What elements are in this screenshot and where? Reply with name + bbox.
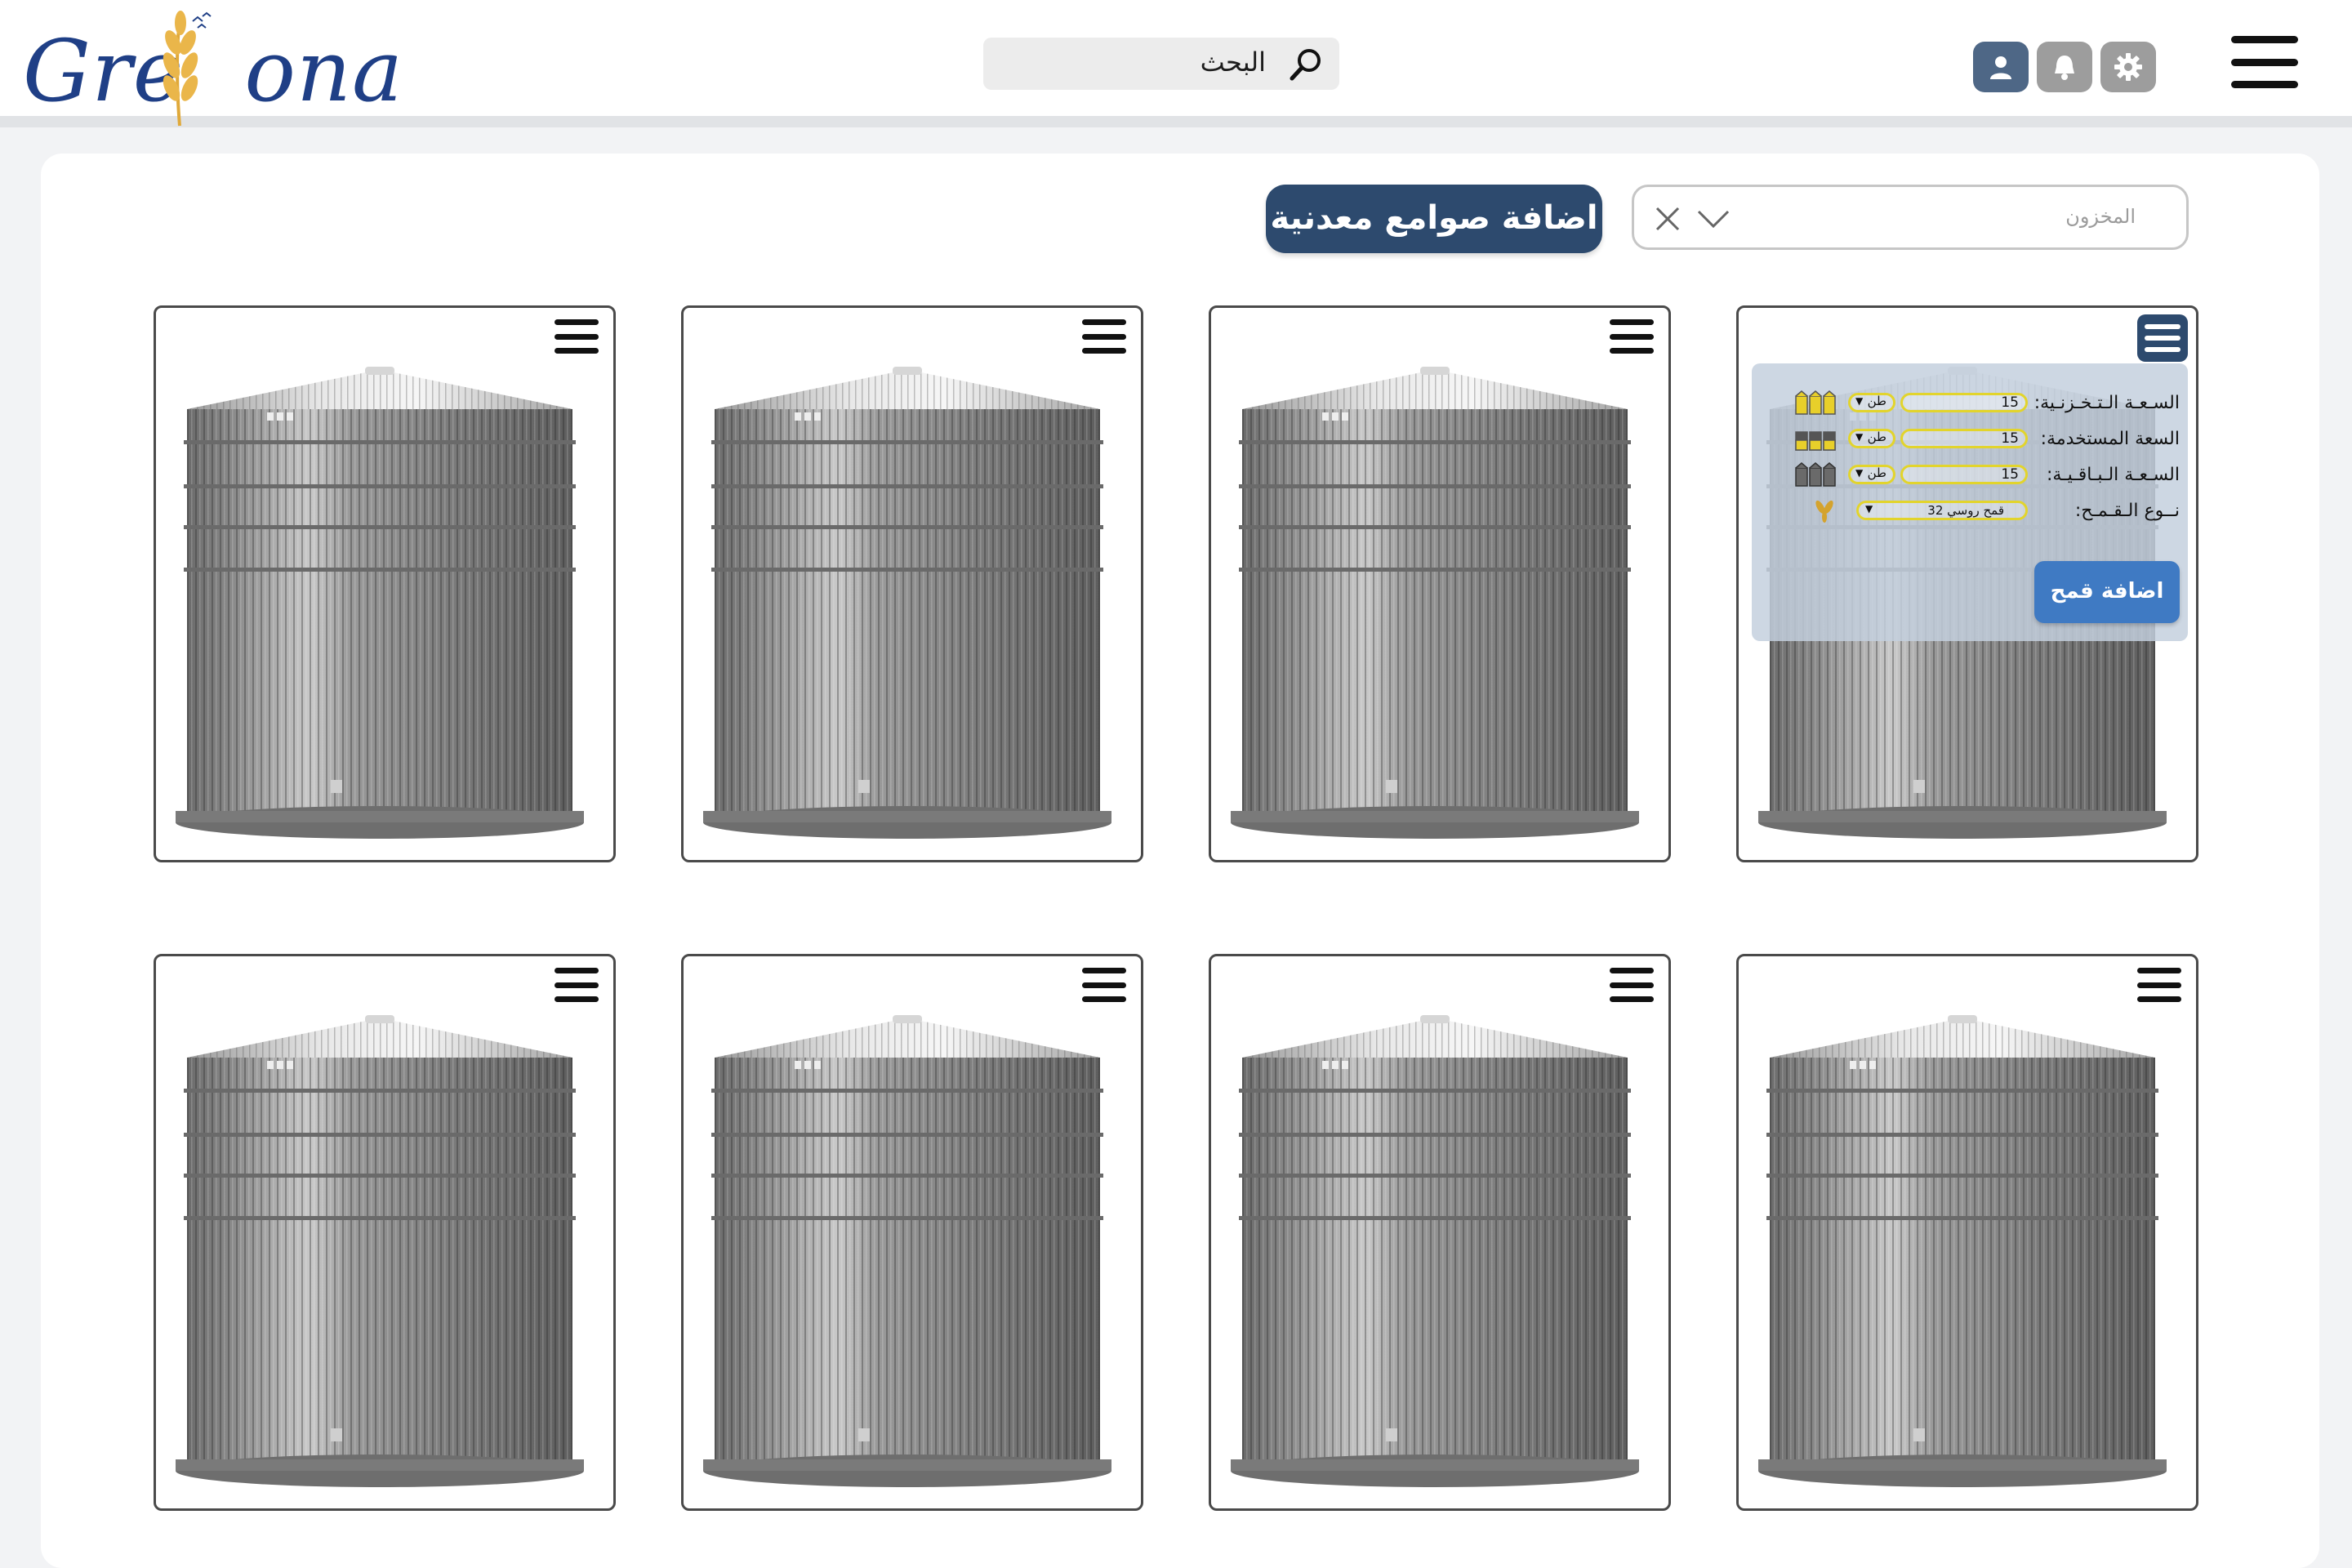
logo-text-right: ona — [244, 21, 403, 121]
card-menu-icon[interactable] — [555, 966, 599, 1004]
caret-down-icon: ▼ — [1865, 503, 1873, 514]
card-menu-icon[interactable] — [1610, 318, 1654, 355]
unit-select[interactable]: طن ▼ — [1848, 429, 1895, 448]
card-menu-icon[interactable] — [1610, 966, 1654, 1004]
inventory-filter-select[interactable]: المخزون — [1632, 185, 2189, 250]
add-metal-silos-button[interactable]: اضافة صوامع معدنية — [1266, 185, 1602, 253]
storage-capacity-label: السـعـة الـتـخـزنـية: — [2034, 392, 2180, 413]
full-silos-icon — [1795, 390, 1836, 415]
add-wheat-button[interactable]: اضافة قمح — [2034, 561, 2180, 623]
storage-capacity-row: السـعـة الـتـخـزنـية: 15 طن ▼ — [1760, 390, 2180, 416]
silo-image — [703, 367, 1111, 839]
silo-card-active[interactable]: السـعـة الـتـخـزنـية: 15 طن ▼ السعة المست… — [1736, 305, 2198, 862]
caret-down-icon: ▼ — [1855, 467, 1864, 479]
user-icon — [1990, 56, 2011, 79]
silo-info-overlay: السـعـة الـتـخـزنـية: 15 طن ▼ السعة المست… — [1752, 363, 2188, 641]
unit-select[interactable]: طن ▼ — [1848, 393, 1895, 412]
silo-image — [1758, 1015, 2167, 1487]
silo-card[interactable] — [681, 305, 1143, 862]
search-bar[interactable]: البحث — [983, 38, 1339, 90]
hamburger-menu-icon[interactable] — [2231, 36, 2298, 88]
unit-select[interactable]: طن ▼ — [1848, 465, 1895, 484]
card-menu-icon[interactable] — [2137, 966, 2181, 1004]
remaining-capacity-field[interactable]: 15 — [1900, 465, 2028, 484]
empty-silos-icon — [1795, 462, 1836, 487]
settings-button[interactable] — [2100, 42, 2156, 92]
bell-icon — [2055, 56, 2074, 80]
remaining-capacity-label: السـعـة الـبـاقـيـة: — [2046, 464, 2180, 485]
brand-logo[interactable]: Gre ona — [23, 5, 403, 127]
silo-card[interactable] — [154, 305, 616, 862]
silo-image — [1231, 1015, 1639, 1487]
card-menu-icon[interactable] — [1082, 318, 1126, 355]
chevron-down-icon[interactable] — [1696, 208, 1731, 229]
used-capacity-label: السعة المستخدمة: — [2040, 428, 2180, 449]
card-menu-icon[interactable] — [555, 318, 599, 355]
gear-icon — [2114, 53, 2142, 81]
wheat-logo-icon — [163, 11, 212, 127]
silo-card[interactable] — [1209, 954, 1671, 1511]
wheat-type-select[interactable]: قمح روسي 32 ▼ — [1856, 501, 2028, 520]
filter-placeholder: المخزون — [2065, 205, 2136, 228]
silo-card[interactable] — [1209, 305, 1671, 862]
card-menu-icon[interactable] — [1082, 966, 1126, 1004]
top-header: Gre ona البحث — [0, 0, 2352, 127]
used-capacity-row: السعة المستخدمة: 15 طن ▼ — [1760, 425, 2180, 452]
wheat-type-row: نــوع الـقـمـح: قمح روسي 32 ▼ — [1760, 497, 2180, 523]
silo-card[interactable] — [681, 954, 1143, 1511]
search-icon[interactable] — [1287, 46, 1325, 83]
notifications-button[interactable] — [2037, 42, 2092, 92]
partial-silos-icon — [1795, 431, 1836, 451]
silo-card[interactable] — [154, 954, 616, 1511]
storage-capacity-field[interactable]: 15 — [1900, 393, 2028, 412]
remaining-capacity-row: السـعـة الـبـاقـيـة: 15 طن ▼ — [1760, 461, 2180, 488]
user-profile-button[interactable] — [1973, 42, 2029, 92]
used-capacity-field[interactable]: 15 — [1900, 429, 2028, 448]
clear-icon[interactable] — [1654, 205, 1682, 233]
caret-down-icon: ▼ — [1855, 431, 1864, 443]
silo-image — [176, 367, 584, 839]
wheat-type-label: نــوع الـقـمـح: — [2074, 500, 2180, 521]
silo-image — [176, 1015, 584, 1487]
wheat-icon — [1815, 500, 1833, 523]
caret-down-icon: ▼ — [1855, 395, 1864, 407]
silo-card[interactable] — [1736, 954, 2198, 1511]
silo-image — [1231, 367, 1639, 839]
search-label: البحث — [1200, 47, 1266, 78]
card-menu-icon[interactable] — [2137, 314, 2188, 362]
silo-image — [703, 1015, 1111, 1487]
